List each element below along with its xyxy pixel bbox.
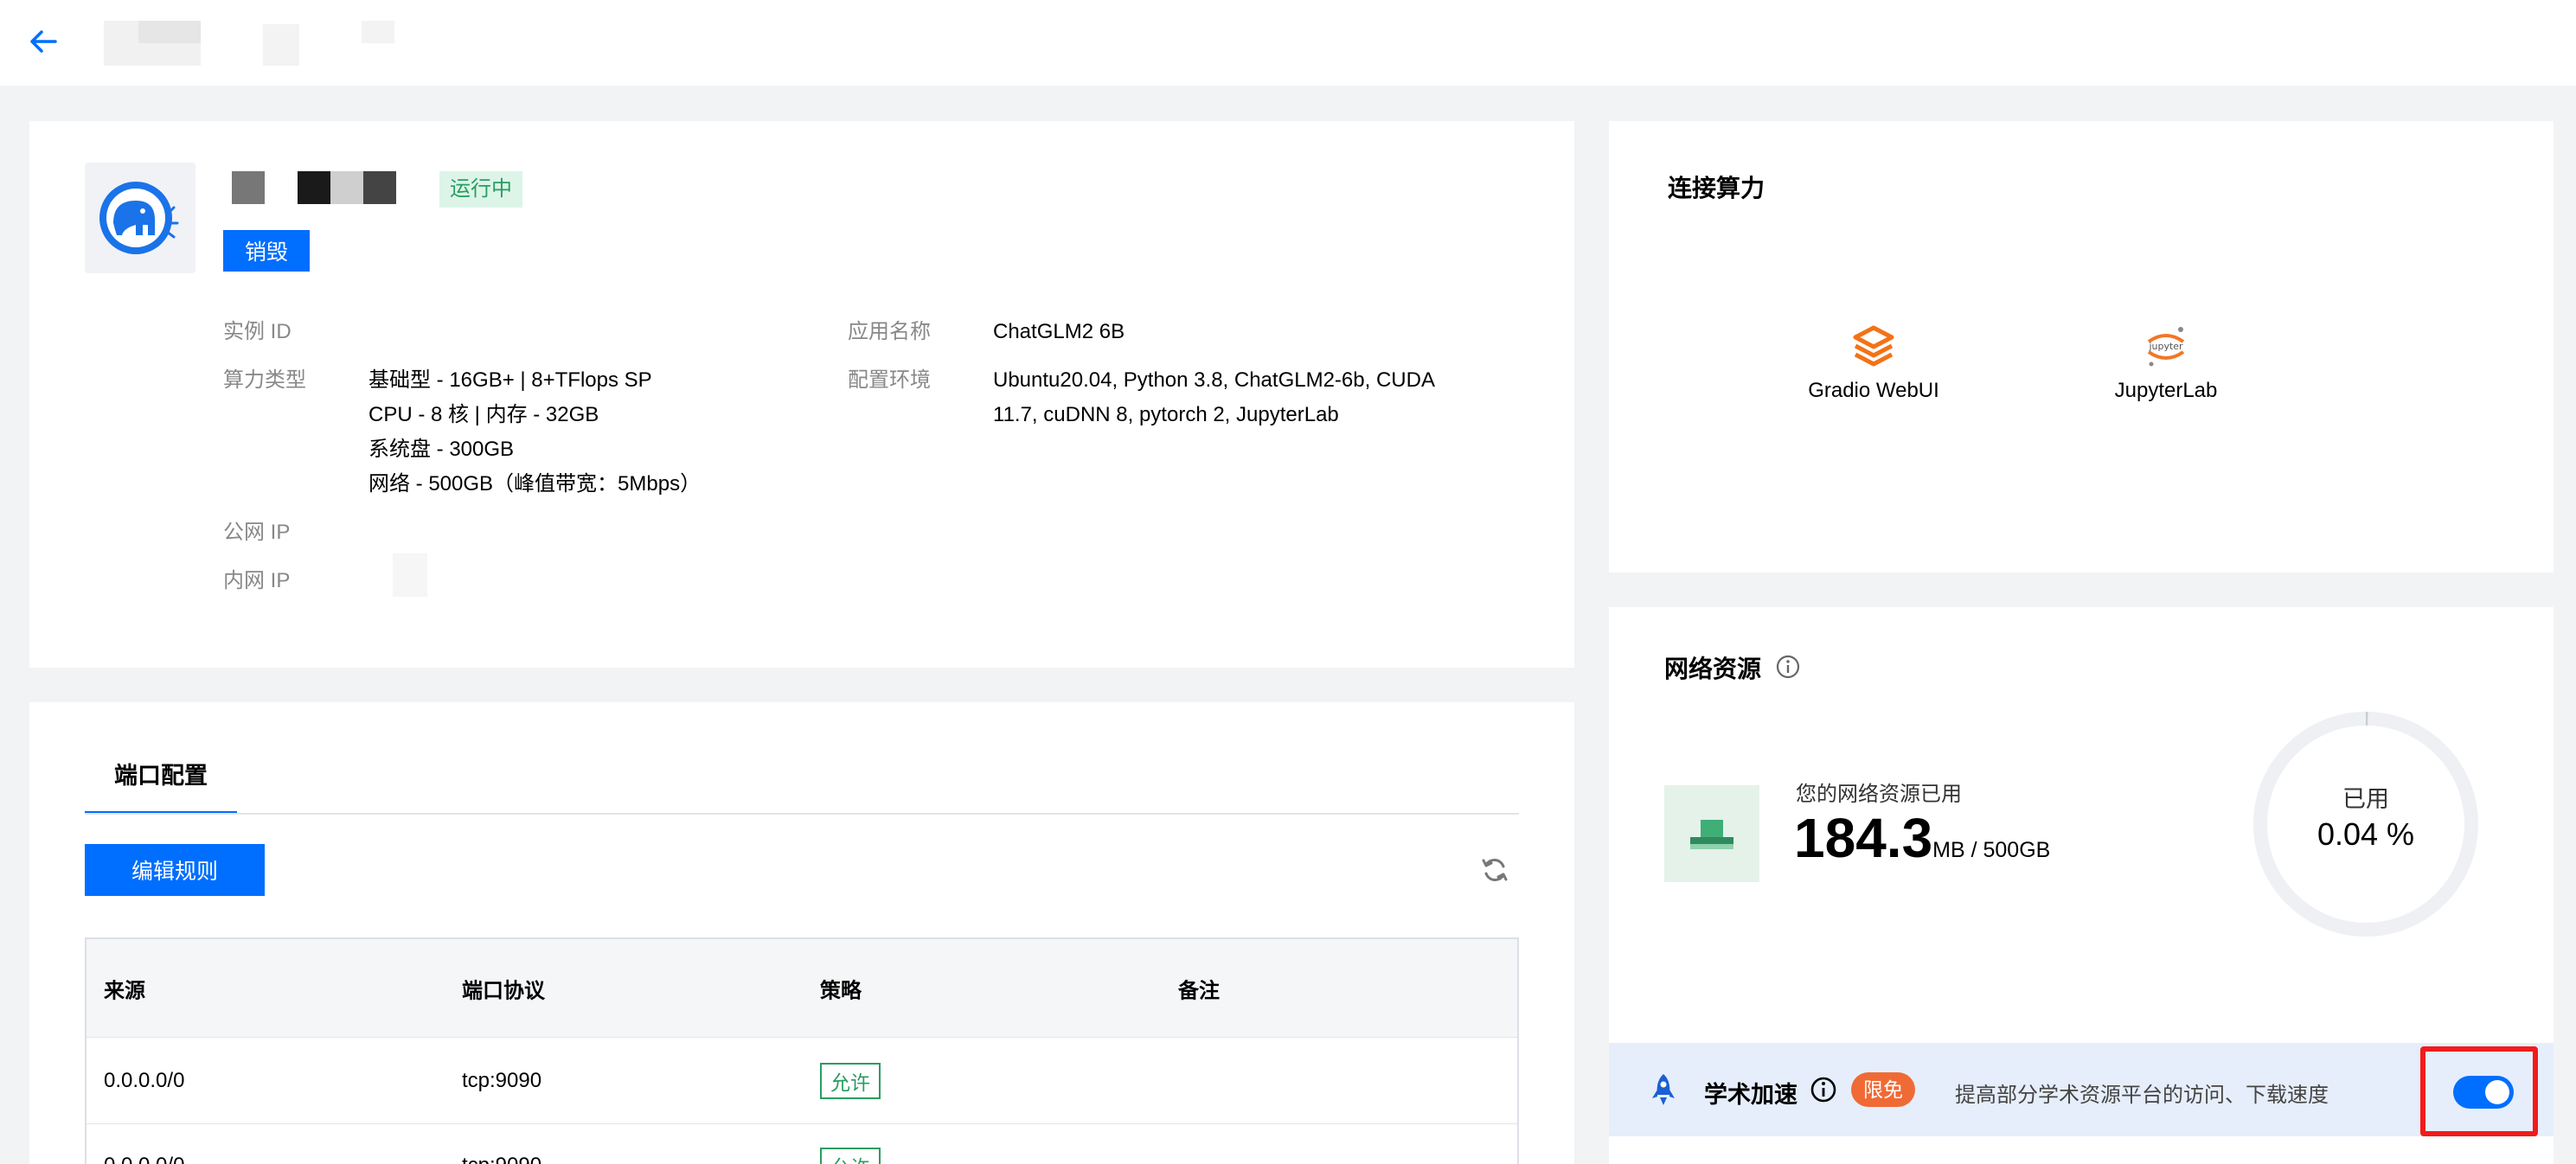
service-jupyterlab[interactable]: jupyter JupyterLab — [2071, 322, 2261, 403]
redacted-breadcrumb — [362, 21, 394, 43]
instance-card: 运行中 销毁 实例 ID 算力类型 基础型 - 16GB+ | 8+TFlops… — [29, 121, 1574, 668]
row-protocol: tcp:9090 — [462, 1154, 541, 1164]
app-logo — [85, 163, 195, 273]
service-label: Gradio WebUI — [1808, 379, 1939, 402]
port-config-card: 端口配置 编辑规则 来源 端口协议 策略 备注 0.0.0.0/0 tcp:90… — [29, 702, 1574, 1164]
info-icon[interactable] — [1810, 1076, 1837, 1103]
status-badge: 运行中 — [439, 171, 522, 208]
table-row: 0.0.0.0/0 tcp:9090 允许 — [87, 1038, 1517, 1124]
public-ip-label: 公网 IP — [223, 521, 291, 544]
row-source: 0.0.0.0/0 — [104, 1154, 184, 1164]
top-bar — [0, 0, 2576, 86]
refresh-icon[interactable] — [1479, 854, 1510, 886]
service-label: JupyterLab — [2114, 379, 2218, 402]
free-badge: 限免 — [1851, 1072, 1915, 1107]
env-line: 11.7, cuDNN 8, pytorch 2, JupyterLab — [993, 403, 1339, 426]
edit-rules-button[interactable]: 编辑规则 — [85, 844, 265, 896]
back-arrow-icon[interactable] — [26, 24, 61, 59]
compute-type-line: 基础型 - 16GB+ | 8+TFlops SP — [368, 368, 652, 392]
service-gradio-webui[interactable]: Gradio WebUI — [1778, 322, 1969, 403]
row-source: 0.0.0.0/0 — [104, 1068, 185, 1092]
info-icon[interactable] — [1775, 654, 1801, 680]
elephant-logo-icon — [99, 182, 179, 254]
redacted-instance-name — [232, 171, 265, 204]
table-row: 0.0.0.0/0 tcp:9090 允许 — [87, 1124, 1517, 1164]
column-header: 策略 — [820, 979, 862, 1002]
network-usage-icon-box — [1664, 785, 1759, 882]
instance-id-label: 实例 ID — [223, 320, 292, 343]
row-policy-tag: 允许 — [820, 1148, 881, 1164]
academic-acceleration-bar: 学术加速 限免 提高部分学术资源平台的访问、下载速度 — [1609, 1043, 2554, 1136]
network-used-value: 184.3MB / 500GB — [1794, 806, 2050, 870]
network-used-unit: MB / 500GB — [1932, 838, 2051, 862]
rocket-icon — [1652, 1074, 1675, 1105]
gauge-value: 0.04 % — [2316, 816, 2415, 852]
port-table: 来源 端口协议 策略 备注 0.0.0.0/0 tcp:9090 允许 0.0.… — [85, 937, 1519, 1164]
redacted-instance-name — [298, 171, 330, 204]
network-resource-card: 网络资源 您的网络资源已用 184.3MB / 500GB 已用 0.04 % … — [1609, 607, 2554, 1164]
jupyter-icon-text: jupyter — [2148, 341, 2183, 352]
academic-acceleration-toggle[interactable] — [2453, 1076, 2514, 1109]
network-used-label: 您的网络资源已用 — [1796, 783, 1962, 806]
redacted-breadcrumb — [263, 24, 299, 66]
gradio-icon — [1849, 322, 1898, 370]
private-ip-label: 内网 IP — [223, 569, 291, 592]
gauge-label: 已用 — [2342, 786, 2389, 812]
compute-type-line: CPU - 8 核 | 内存 - 32GB — [368, 403, 599, 426]
toggle-knob — [2485, 1080, 2509, 1104]
tab-port-config[interactable]: 端口配置 — [85, 737, 237, 815]
jupyter-icon: jupyter — [2142, 322, 2190, 370]
redacted-instance-name — [363, 171, 396, 204]
connect-title: 连接算力 — [1668, 175, 1765, 201]
tab-divider — [85, 813, 1519, 815]
column-header: 备注 — [1178, 979, 1220, 1002]
redacted-ip — [393, 553, 427, 597]
destroy-button[interactable]: 销毁 — [223, 230, 310, 272]
network-title: 网络资源 — [1664, 656, 1762, 682]
row-protocol: tcp:9090 — [462, 1068, 542, 1092]
connect-compute-card: 连接算力 Gradio WebUI jupyter JupyterLab — [1609, 121, 2554, 572]
compute-type-label: 算力类型 — [223, 368, 306, 392]
academic-title: 学术加速 — [1704, 1082, 1797, 1108]
app-name-value: ChatGLM2 6B — [993, 320, 1125, 343]
env-line: Ubuntu20.04, Python 3.8, ChatGLM2-6b, CU… — [993, 368, 1435, 392]
network-usage-icon — [1690, 820, 1733, 849]
redacted-breadcrumb — [138, 21, 201, 43]
column-header: 端口协议 — [462, 979, 545, 1002]
env-label: 配置环境 — [848, 368, 931, 392]
app-name-label: 应用名称 — [848, 320, 931, 343]
column-header: 来源 — [104, 979, 145, 1002]
compute-type-line: 网络 - 500GB（峰值带宽：5Mbps） — [368, 472, 702, 496]
row-policy-tag: 允许 — [820, 1062, 881, 1099]
table-header: 来源 端口协议 策略 备注 — [87, 939, 1517, 1038]
redacted-instance-name — [330, 171, 363, 204]
network-used-number: 184.3 — [1794, 807, 1933, 869]
academic-description: 提高部分学术资源平台的访问、下载速度 — [1955, 1084, 2329, 1107]
compute-type-line: 系统盘 - 300GB — [368, 438, 515, 461]
